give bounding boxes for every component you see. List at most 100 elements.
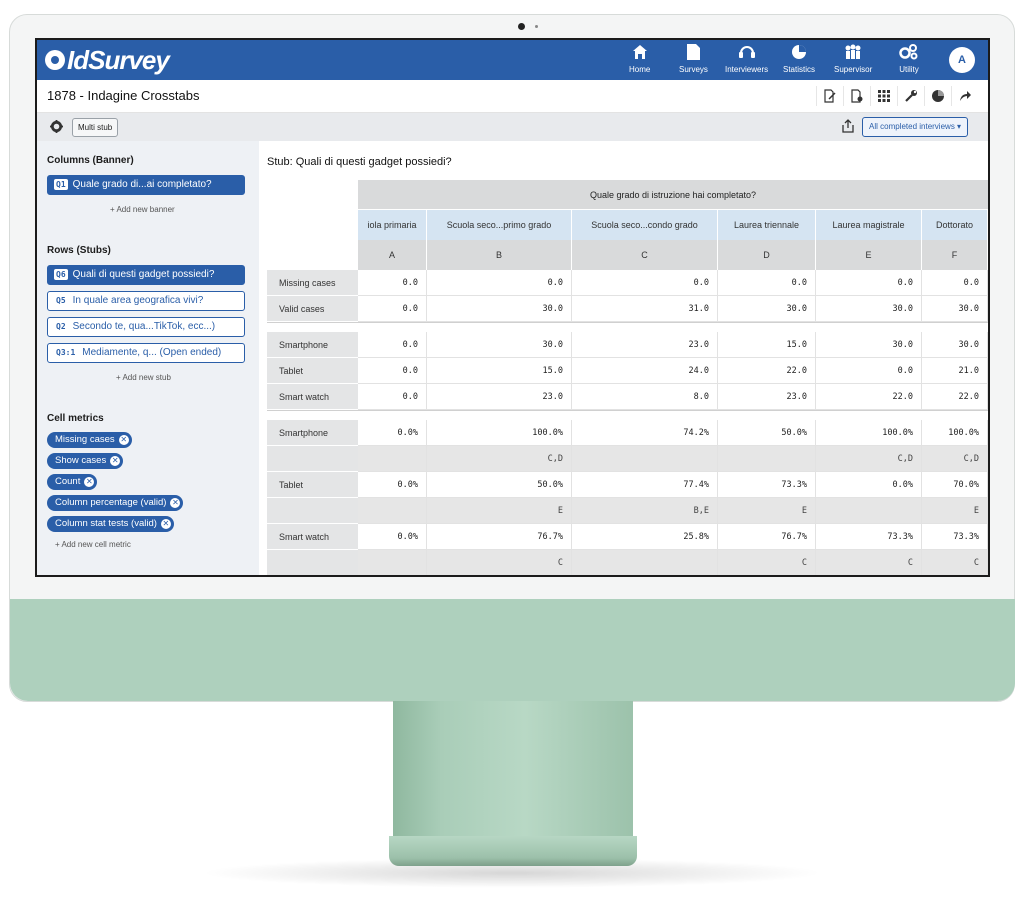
export-icon[interactable] xyxy=(842,119,854,138)
column-header: Laurea magistrale xyxy=(816,210,922,240)
gear-icon[interactable] xyxy=(50,120,63,138)
metric-pill-label: Count xyxy=(55,476,81,487)
stub-item[interactable]: Q2 Secondo te, qua...TikTok, ecc...) xyxy=(47,317,245,337)
logo-mark-icon xyxy=(45,50,65,70)
columns-section-title: Columns (Banner) xyxy=(47,155,134,166)
metric-pill[interactable]: Count ✕ xyxy=(47,474,98,490)
table-cell: C xyxy=(427,550,572,575)
stub-item-label: In quale area geografica vivi? xyxy=(72,295,204,306)
camera-dot xyxy=(518,23,525,30)
home-icon xyxy=(632,43,648,61)
row-label xyxy=(267,550,358,575)
table-cell: C,D xyxy=(922,446,988,472)
table-cell xyxy=(572,550,718,575)
table-cell xyxy=(718,446,816,472)
table-cell: 0.0% xyxy=(358,472,427,498)
table-cell: 100.0% xyxy=(816,420,922,446)
metric-pill-label: Column percentage (valid) xyxy=(55,497,167,508)
row-label xyxy=(267,446,358,472)
nav-interviewers-label: Interviewers xyxy=(725,65,769,74)
table-cell: E xyxy=(427,498,572,524)
remove-metric-icon[interactable]: ✕ xyxy=(160,519,171,529)
table-cell: 22.0 xyxy=(718,358,816,384)
table-cell: 76.7% xyxy=(718,524,816,550)
banner-item[interactable]: Q1 Quale grado di...ai completato? xyxy=(47,175,245,195)
table-cell: 30.0 xyxy=(718,296,816,322)
add-metric-link[interactable]: + Add new cell metric xyxy=(55,540,131,549)
sensor-dot xyxy=(535,25,538,28)
stub-item[interactable]: Q5 In quale area geografica vivi? xyxy=(47,291,245,311)
table-cell: 21.0 xyxy=(922,358,988,384)
row-label: Tablet xyxy=(267,472,358,498)
user-avatar[interactable]: A xyxy=(949,47,975,73)
nav-surveys-label: Surveys xyxy=(679,65,708,74)
secondary-toolbar: Multi stub All completed interviews ▾ xyxy=(37,113,988,141)
table-cell: 23.0 xyxy=(718,384,816,410)
metric-pill[interactable]: Column stat tests (valid) ✕ xyxy=(47,516,174,532)
interviews-filter-dropdown[interactable]: All completed interviews ▾ xyxy=(862,117,969,137)
grid-icon[interactable] xyxy=(870,86,897,106)
table-cell: E xyxy=(922,498,988,524)
document-settings-icon[interactable] xyxy=(843,86,870,106)
metric-pill[interactable]: Column percentage (valid) ✕ xyxy=(47,495,184,511)
table-cell: 24.0 xyxy=(572,358,718,384)
nav-interviewers[interactable]: Interviewers xyxy=(725,43,768,74)
edit-document-icon[interactable] xyxy=(816,86,843,106)
nav-statistics[interactable]: Statistics xyxy=(783,43,815,74)
table-cell: 30.0 xyxy=(816,332,922,358)
table-cell: 0.0 xyxy=(358,384,427,410)
nav-statistics-label: Statistics xyxy=(783,65,816,74)
stub-item-label: Secondo te, qua...TikTok, ecc...) xyxy=(72,321,216,332)
gears-icon xyxy=(899,43,919,61)
remove-metric-icon[interactable]: ✕ xyxy=(84,477,95,487)
remove-metric-icon[interactable]: ✕ xyxy=(118,435,129,445)
cell-metrics-title: Cell metrics xyxy=(47,413,104,424)
nav-supervisor-label: Supervisor xyxy=(834,65,873,74)
row-label: Smart watch xyxy=(267,524,358,550)
stub-item[interactable]: Q6 Quali di questi gadget possiedi? xyxy=(47,265,245,285)
share-arrow-icon[interactable] xyxy=(951,86,978,106)
nav-utility[interactable]: Utility xyxy=(899,43,919,74)
table-cell: 23.0 xyxy=(427,384,572,410)
remove-metric-icon[interactable]: ✕ xyxy=(110,456,121,466)
nav-surveys[interactable]: Surveys xyxy=(679,43,708,74)
table-cell: 77.4% xyxy=(572,472,718,498)
table-cell: 0.0% xyxy=(816,472,922,498)
nav-home[interactable]: Home xyxy=(629,43,650,74)
banner-item-tag: Q1 xyxy=(54,179,68,190)
pie-chart-icon xyxy=(791,43,807,61)
table-cell: 0.0% xyxy=(358,524,427,550)
metric-pill[interactable]: Show cases ✕ xyxy=(47,453,124,469)
row-label: Smart watch xyxy=(267,384,358,410)
add-banner-link[interactable]: + Add new banner xyxy=(110,205,175,214)
idsurvey-logo[interactable]: IdSurvey xyxy=(45,45,170,75)
nav-utility-label: Utility xyxy=(899,65,919,74)
table-cell: 0.0 xyxy=(572,270,718,296)
document-icon xyxy=(686,43,700,61)
multi-stub-button[interactable]: Multi stub xyxy=(72,118,119,137)
table-cell: 0.0 xyxy=(358,332,427,358)
metric-pill[interactable]: Missing cases ✕ xyxy=(47,432,132,448)
table-cell: 0.0 xyxy=(358,270,427,296)
remove-metric-icon[interactable]: ✕ xyxy=(170,498,181,508)
add-stub-link[interactable]: + Add new stub xyxy=(116,373,171,382)
table-cell: 100.0% xyxy=(922,420,988,446)
pie-chart-icon[interactable] xyxy=(924,86,951,106)
row-group-separator xyxy=(267,322,988,332)
table-cell: C xyxy=(718,550,816,575)
column-letter: C xyxy=(572,240,718,270)
nav-supervisor[interactable]: Supervisor xyxy=(834,43,872,74)
table-cell xyxy=(358,498,427,524)
table-cell: 73.3% xyxy=(718,472,816,498)
monitor-chin xyxy=(10,599,1015,701)
crosstab-table: Quale grado di istruzione hai completato… xyxy=(267,180,988,575)
wrench-icon[interactable] xyxy=(897,86,924,106)
table-cell: 73.3% xyxy=(816,524,922,550)
table-cell: 100.0% xyxy=(427,420,572,446)
metric-pill-label: Column stat tests (valid) xyxy=(55,518,157,529)
column-header: iola primaria xyxy=(358,210,427,240)
table-cell: 30.0 xyxy=(922,332,988,358)
stub-item[interactable]: Q3:1 Mediamente, q... (Open ended) xyxy=(47,343,245,363)
column-header: Laurea triennale xyxy=(718,210,816,240)
table-cell xyxy=(816,498,922,524)
